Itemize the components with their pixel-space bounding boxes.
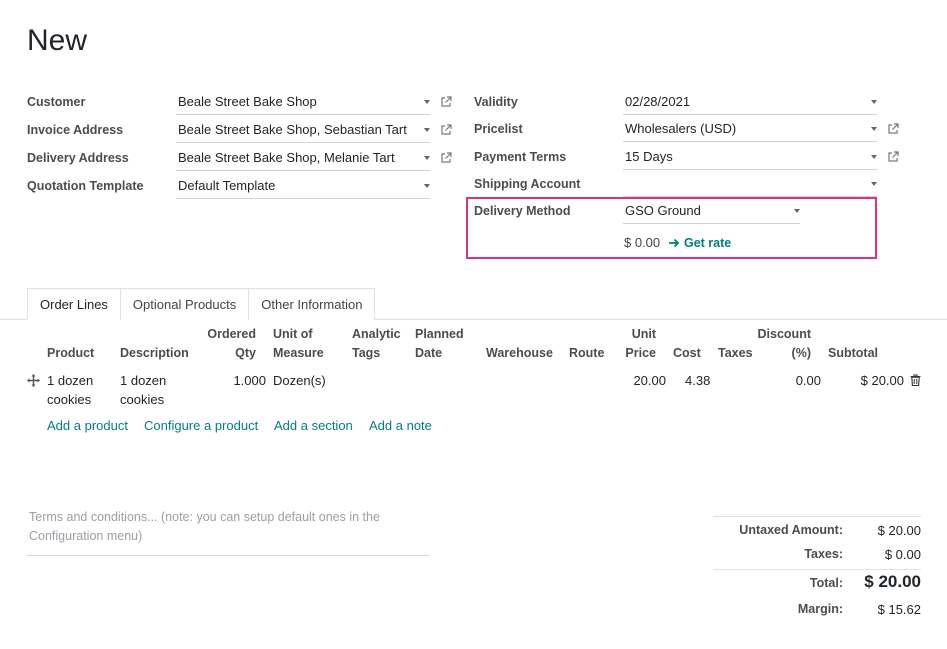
invoice-address-field[interactable]: Beale Street Bake Shop, Sebastian Tart <box>176 119 430 143</box>
chevron-down-icon[interactable] <box>871 155 877 159</box>
column-analytic-line2[interactable]: Tags <box>352 344 380 363</box>
external-link-icon[interactable] <box>887 123 899 135</box>
chevron-down-icon[interactable] <box>794 209 800 213</box>
add-section-link[interactable]: Add a section <box>274 418 353 433</box>
tab-order-lines[interactable]: Order Lines <box>27 288 121 320</box>
column-discount-line2[interactable]: (%) <box>750 344 811 363</box>
column-ordered-qty-line2[interactable]: Qty <box>196 344 256 363</box>
pricelist-field[interactable]: Wholesalers (USD) <box>623 118 877 142</box>
delivery-address-field[interactable]: Beale Street Bake Shop, Melanie Tart <box>176 147 430 171</box>
column-taxes[interactable]: Taxes <box>718 344 753 363</box>
totals-divider-bottom <box>713 569 921 570</box>
table-row-uom[interactable]: Dozen(s) <box>273 371 326 390</box>
column-unit-price-line2[interactable]: Price <box>606 344 656 363</box>
terms-conditions-input[interactable]: Terms and conditions... (note: you can s… <box>27 508 429 556</box>
add-note-link[interactable]: Add a note <box>369 418 432 433</box>
get-rate-button[interactable]: Get rate <box>668 235 731 251</box>
column-warehouse[interactable]: Warehouse <box>486 344 553 363</box>
column-cost[interactable]: Cost <box>673 344 701 363</box>
untaxed-amount-label: Untaxed Amount: <box>739 523 843 537</box>
page-title: New <box>27 24 88 57</box>
trash-icon[interactable] <box>910 374 921 386</box>
tab-optional-products[interactable]: Optional Products <box>119 288 250 320</box>
invoice-address-label: Invoice Address <box>27 123 124 137</box>
quotation-template-label: Quotation Template <box>27 179 144 193</box>
column-planned-line2[interactable]: Date <box>415 344 442 363</box>
table-row-cost[interactable]: 4.38 <box>685 371 710 390</box>
table-row-product-line2[interactable]: cookies <box>47 390 91 409</box>
add-product-link[interactable]: Add a product <box>47 418 128 433</box>
notebook-tabs: Order Lines Optional Products Other Info… <box>27 288 376 320</box>
delivery-rate: $ 0.00 <box>624 235 661 250</box>
table-row-unit-price[interactable]: 20.00 <box>606 371 666 390</box>
shipping-account-field[interactable] <box>623 173 877 197</box>
table-row-subtotal[interactable]: $ 20.00 <box>828 371 904 390</box>
margin-value: $ 15.62 <box>877 602 921 617</box>
configure-product-link[interactable]: Configure a product <box>144 418 258 433</box>
untaxed-amount-value: $ 20.00 <box>877 523 921 538</box>
column-product[interactable]: Product <box>47 344 94 363</box>
external-link-icon[interactable] <box>887 151 899 163</box>
column-description[interactable]: Description <box>120 344 189 363</box>
chevron-down-icon[interactable] <box>424 100 430 104</box>
table-row-description-line1[interactable]: 1 dozen <box>120 371 166 390</box>
chevron-down-icon[interactable] <box>871 127 877 131</box>
column-uom-line2[interactable]: Measure <box>273 344 324 363</box>
arrow-right-icon <box>669 238 680 248</box>
table-row-description-line2[interactable]: cookies <box>120 390 164 409</box>
margin-label: Margin: <box>797 602 843 616</box>
customer-field[interactable]: Beale Street Bake Shop <box>176 91 430 115</box>
column-route[interactable]: Route <box>569 344 604 363</box>
chevron-down-icon[interactable] <box>871 100 877 104</box>
payment-terms-field[interactable]: 15 Days <box>623 146 877 170</box>
customer-label: Customer <box>27 95 86 109</box>
chevron-down-icon[interactable] <box>424 184 430 188</box>
delivery-method-field[interactable]: GSO Ground <box>623 200 800 224</box>
payment-terms-label: Payment Terms <box>474 150 567 164</box>
column-uom-line1[interactable]: Unit of <box>273 325 313 344</box>
chevron-down-icon[interactable] <box>424 156 430 160</box>
drag-handle-icon[interactable] <box>27 374 40 387</box>
table-row-qty[interactable]: 1.000 <box>196 371 266 390</box>
external-link-icon[interactable] <box>440 96 452 108</box>
chevron-down-icon[interactable] <box>871 182 877 186</box>
delivery-address-label: Delivery Address <box>27 151 129 165</box>
validity-field[interactable]: 02/28/2021 <box>623 91 877 115</box>
taxes-value: $ 0.00 <box>884 547 921 562</box>
shipping-account-label: Shipping Account <box>474 177 581 191</box>
column-discount-line1[interactable]: Discount <box>750 325 811 344</box>
table-row-product-line1[interactable]: 1 dozen <box>47 371 93 390</box>
pricelist-label: Pricelist <box>474 122 523 136</box>
column-unit-price-line1[interactable]: Unit <box>606 325 656 344</box>
quotation-template-field[interactable]: Default Template <box>176 175 430 199</box>
tab-other-information[interactable]: Other Information <box>248 288 376 320</box>
total-value: $ 20.00 <box>864 572 921 591</box>
chevron-down-icon[interactable] <box>424 128 430 132</box>
totals-divider-top <box>713 516 921 517</box>
table-row-discount[interactable]: 0.00 <box>750 371 821 390</box>
delivery-method-label: Delivery Method <box>474 204 571 218</box>
column-ordered-qty-line1[interactable]: Ordered <box>196 325 256 344</box>
column-analytic-line1[interactable]: Analytic <box>352 325 401 344</box>
column-planned-line1[interactable]: Planned <box>415 325 464 344</box>
taxes-label: Taxes: <box>804 547 843 561</box>
column-subtotal[interactable]: Subtotal <box>828 344 878 363</box>
external-link-icon[interactable] <box>440 152 452 164</box>
external-link-icon[interactable] <box>440 124 452 136</box>
validity-label: Validity <box>474 95 518 109</box>
